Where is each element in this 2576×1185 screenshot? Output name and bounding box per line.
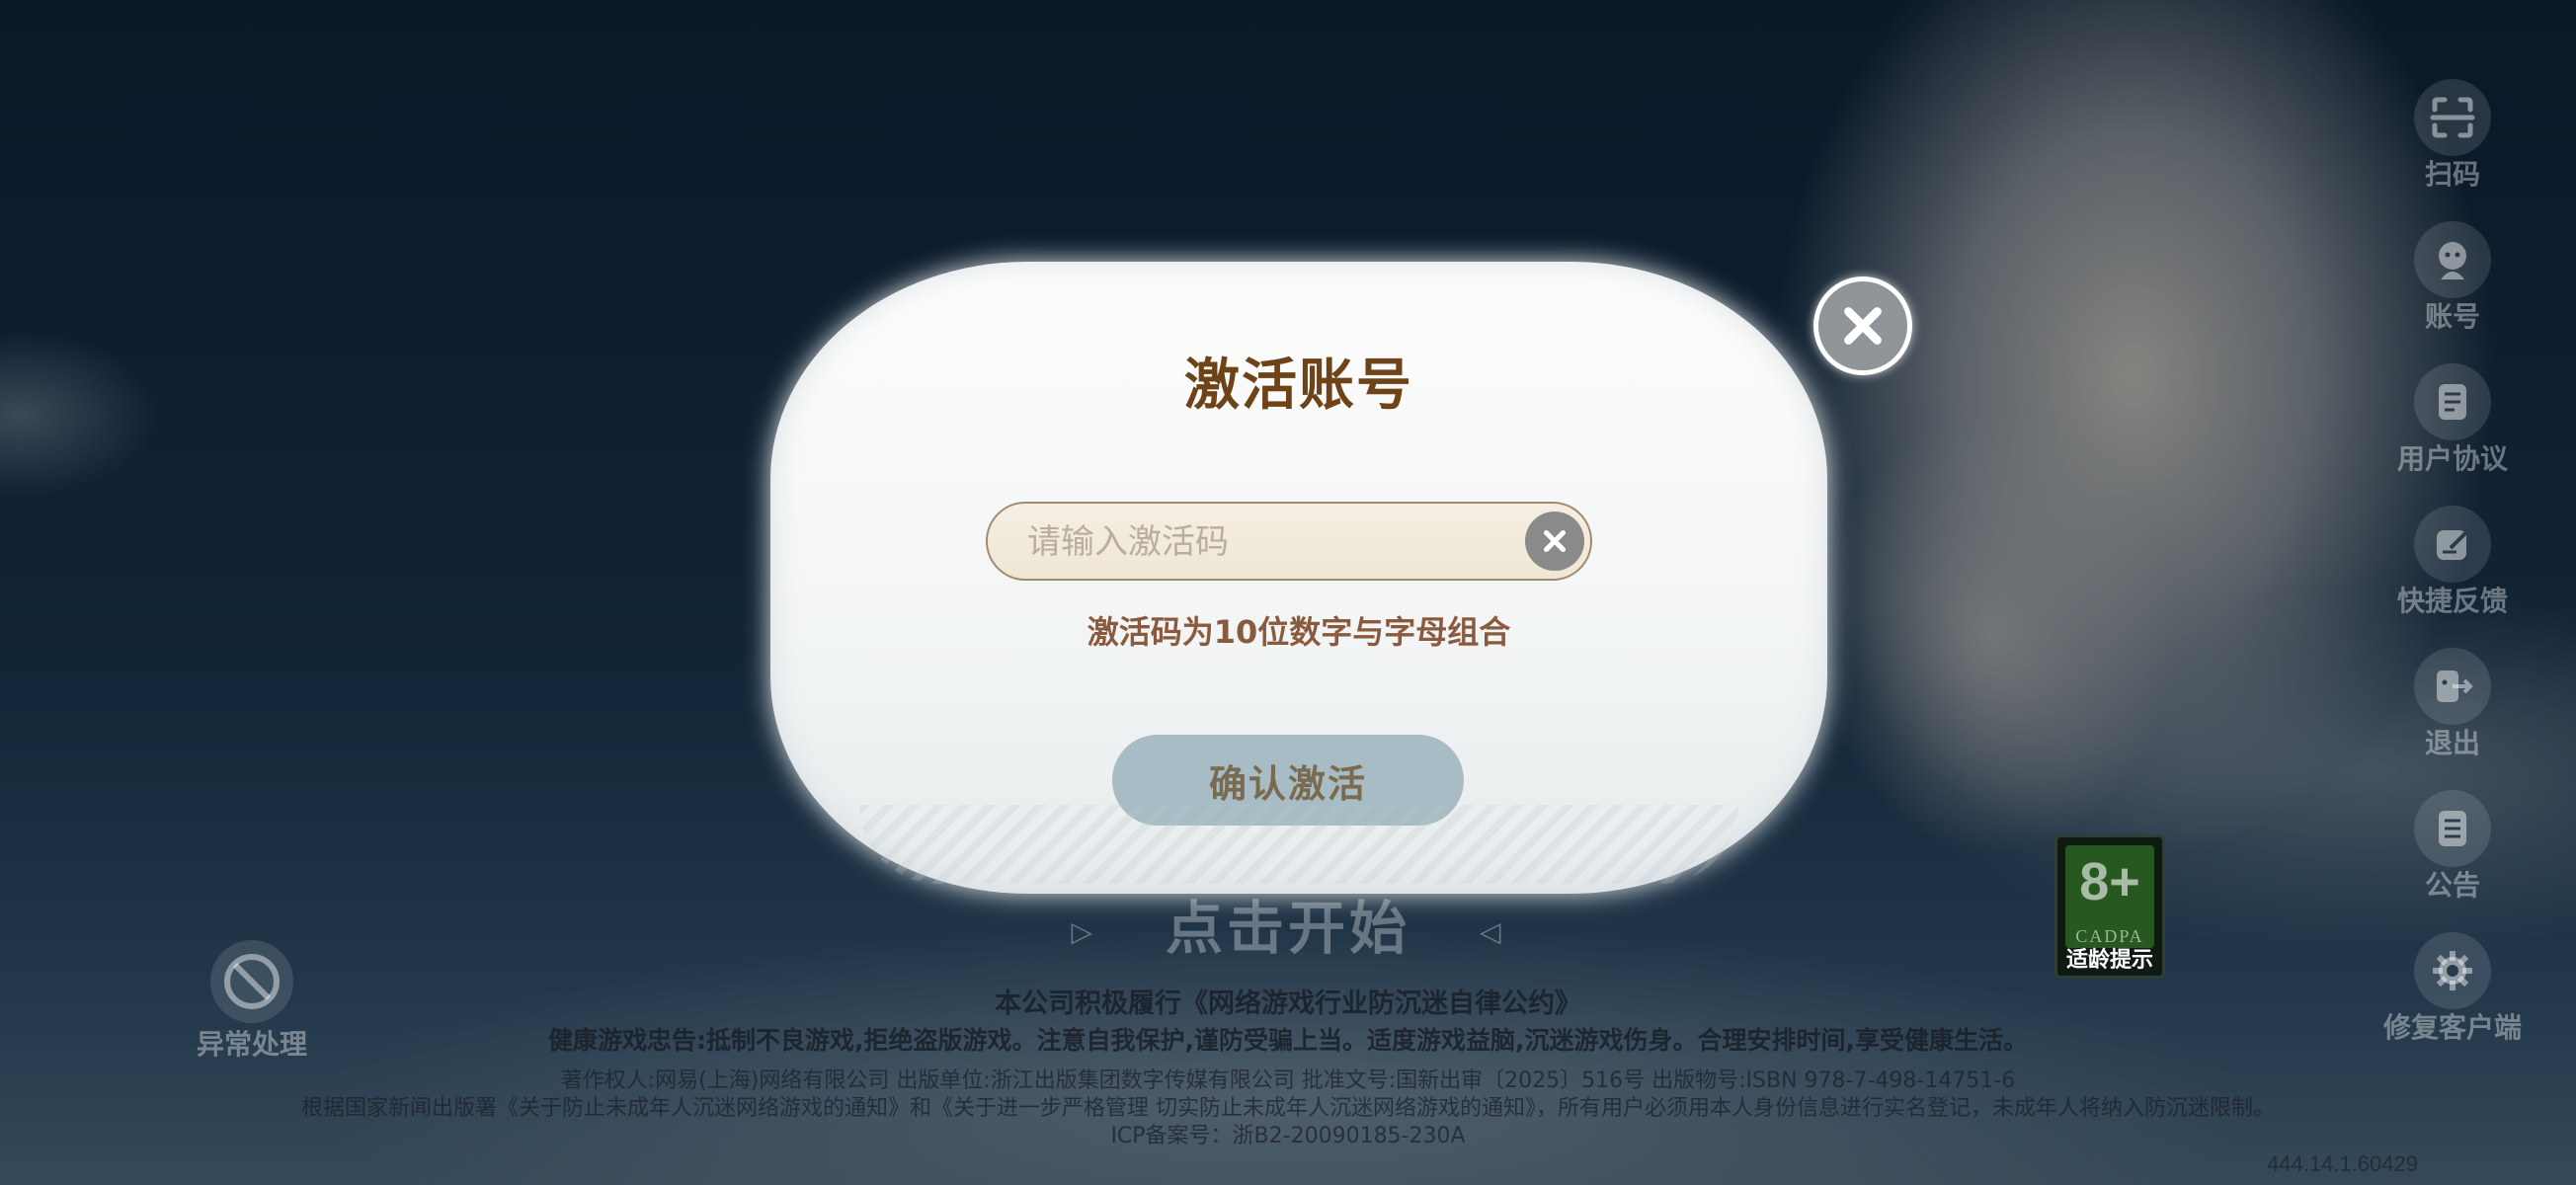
activate-account-dialog: 激活账号 激活码为10位数字与字母组合 确认激活: [770, 262, 1827, 894]
side-item-agreement[interactable]: 用户协议: [2354, 363, 2551, 476]
side-item-account[interactable]: 账号: [2354, 221, 2551, 334]
activation-code-input[interactable]: [1025, 504, 1503, 581]
close-icon: [1844, 307, 1882, 345]
dialog-close-button[interactable]: [1813, 276, 1912, 375]
side-item-label: 退出: [2424, 727, 2480, 759]
activation-code-field: [986, 502, 1592, 581]
footer-line-2: 健康游戏忠告:抵制不良游戏,拒绝盗版游戏。注意自我保护,谨防受骗上当。适度游戏益…: [548, 1026, 2028, 1055]
side-item-exit[interactable]: 退出: [2354, 648, 2551, 760]
document-icon: [2414, 363, 2491, 440]
feedback-icon: [2414, 506, 2491, 583]
confirm-activate-button[interactable]: 确认激活: [1112, 735, 1464, 826]
start-text: 点击开始: [1165, 895, 1410, 962]
side-item-feedback[interactable]: 快捷反馈: [2354, 506, 2551, 618]
scan-icon: [2414, 79, 2491, 156]
arrow-right-icon: ▷: [1071, 915, 1096, 949]
start-prompt[interactable]: ▷ 点击开始 ◁: [0, 882, 2576, 965]
arrow-left-icon: ◁: [1480, 915, 1505, 949]
footer-line-1: 本公司积极履行《网络游戏行业防沉迷自律公约》: [995, 988, 1581, 1019]
notice-icon: [2414, 790, 2491, 867]
account-icon: [2414, 221, 2491, 298]
clear-input-button[interactable]: [1525, 512, 1584, 571]
side-item-label: 快捷反馈: [2396, 585, 2508, 617]
dialog-title: 激活账号: [1184, 354, 1413, 418]
side-item-label: 扫码: [2424, 158, 2480, 191]
side-item-label: 账号: [2424, 300, 2480, 333]
side-item-label: 用户协议: [2396, 442, 2508, 475]
version-label: 444.14.1.60429: [2267, 1151, 2418, 1176]
side-item-scan[interactable]: 扫码: [2354, 79, 2551, 192]
exit-icon: [2414, 648, 2491, 725]
close-icon: [1543, 529, 1567, 553]
activation-code-hint: 激活码为10位数字与字母组合: [1087, 613, 1511, 651]
footer-line-5: ICP备案号：浙B2-20090185-230A: [1110, 1124, 1466, 1148]
